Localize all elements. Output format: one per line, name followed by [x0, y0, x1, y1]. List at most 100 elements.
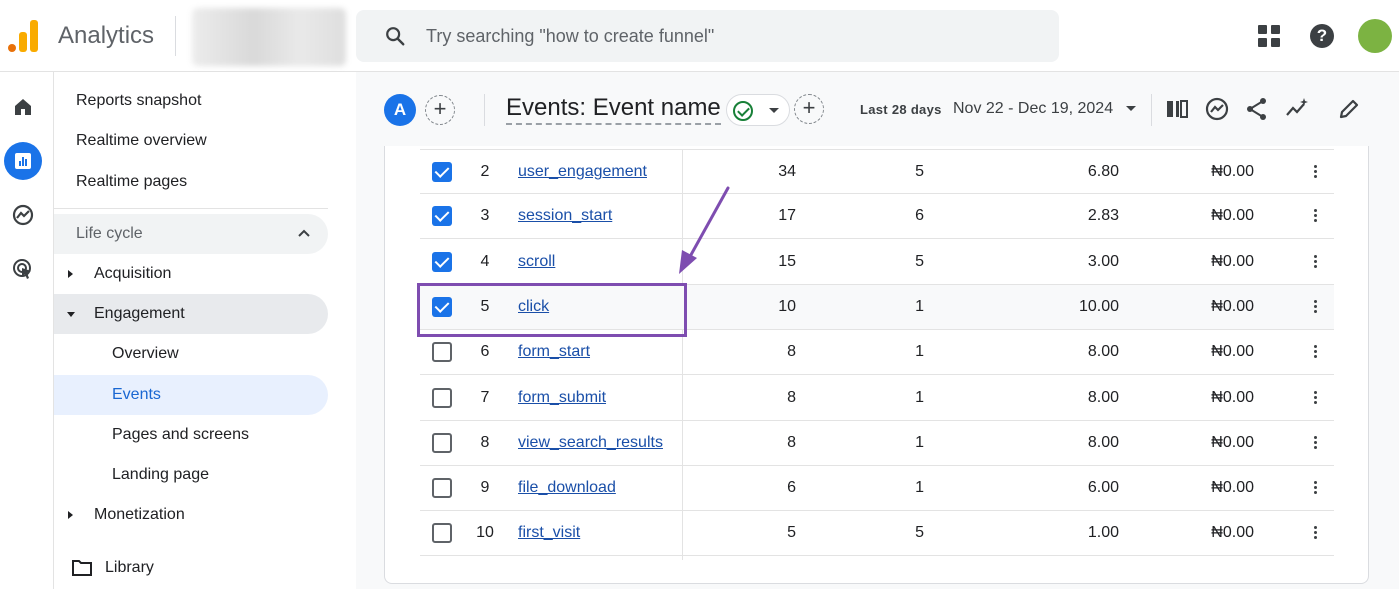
total-users-cell: 5 [915, 163, 924, 180]
share-icon[interactable] [1244, 96, 1270, 122]
more-vert-icon[interactable] [1314, 165, 1318, 179]
more-vert-icon[interactable] [1314, 254, 1318, 269]
row-index: 10 [476, 524, 494, 542]
highlight-annotation-box [417, 283, 687, 337]
event-count-cell: 8 [787, 433, 796, 451]
event-name-link[interactable]: file_download [518, 479, 616, 497]
explore-icon[interactable] [4, 196, 42, 234]
nav-acquisition[interactable]: Acquisition [54, 254, 328, 294]
table-row[interactable]: 2 user_engagement 34 5 6.80 ₦0.00 [420, 149, 1334, 194]
total-revenue-cell: ₦0.00 [1211, 479, 1254, 497]
nav-monetization[interactable]: Monetization [54, 495, 328, 535]
event-count-cell: 10 [778, 297, 796, 315]
total-revenue-cell: ₦0.00 [1211, 524, 1254, 542]
reports-icon[interactable] [4, 142, 42, 180]
annotation-arrow-icon [679, 186, 730, 274]
total-revenue-cell: ₦0.00 [1211, 163, 1254, 180]
nav-library[interactable]: Library [54, 548, 328, 588]
left-rail [0, 72, 54, 589]
table-row[interactable]: 10 first_visit 5 5 1.00 ₦0.00 [420, 511, 1334, 557]
total-revenue-cell: ₦0.00 [1211, 343, 1254, 361]
event-name-link[interactable]: form_submit [518, 389, 606, 407]
folder-icon [72, 560, 92, 576]
more-vert-icon[interactable] [1314, 390, 1318, 405]
row-checkbox[interactable] [432, 206, 452, 227]
date-range-label: Last 28 days [860, 102, 942, 117]
home-icon[interactable] [4, 88, 42, 126]
search-bar[interactable] [356, 10, 1059, 62]
report-title[interactable]: Events: Event name [506, 94, 721, 125]
total-users-cell: 1 [915, 343, 924, 361]
table-row[interactable]: 8 view_search_results 8 1 8.00 ₦0.00 [420, 421, 1334, 466]
more-vert-icon[interactable] [1314, 526, 1318, 540]
row-checkbox[interactable] [432, 432, 452, 453]
more-vert-icon[interactable] [1314, 345, 1318, 359]
add-filter-button[interactable]: + [794, 94, 824, 124]
customize-report-icon[interactable] [1164, 96, 1190, 122]
row-checkbox[interactable] [432, 251, 452, 272]
event-name-link[interactable]: view_search_results [518, 434, 663, 452]
event-name-link[interactable]: session_start [518, 207, 612, 225]
chevron-up-icon [298, 229, 310, 237]
row-checkbox[interactable] [432, 162, 452, 182]
event-count-cell: 8 [787, 343, 796, 361]
divider [175, 16, 176, 56]
nav-overview[interactable]: Overview [54, 334, 328, 374]
add-comparison-button[interactable]: + [425, 95, 455, 125]
event-count-per-user-cell: 10.00 [1078, 297, 1119, 315]
event-name-link[interactable]: user_engagement [518, 163, 647, 181]
row-checkbox[interactable] [432, 523, 452, 544]
event-count-per-user-cell: 8.00 [1087, 343, 1119, 361]
row-index: 9 [480, 479, 490, 497]
table-row[interactable]: 3 session_start 17 6 2.83 ₦0.00 [420, 194, 1334, 240]
analytics-logo[interactable] [8, 20, 38, 52]
expand-arrow-icon [68, 511, 73, 519]
table-row[interactable]: 7 form_submit 8 1 8.00 ₦0.00 [420, 376, 1334, 421]
insights-icon[interactable] [1204, 96, 1230, 122]
date-range-picker[interactable]: Nov 22 - Dec 19, 2024 [953, 100, 1113, 118]
trends-sparkle-icon[interactable] [1284, 96, 1310, 122]
edit-pencil-icon[interactable] [1336, 96, 1362, 122]
help-icon[interactable]: ? [1310, 24, 1334, 48]
row-checkbox[interactable] [432, 342, 452, 363]
more-vert-icon[interactable] [1314, 209, 1318, 223]
advertising-icon[interactable] [4, 250, 42, 288]
event-count-cell: 15 [778, 252, 796, 270]
table-row[interactable]: 9 file_download 6 1 6.00 ₦0.00 [420, 466, 1334, 512]
events-table: 2 user_engagement 34 5 6.80 ₦0.00 3 session_sta… [384, 146, 1369, 584]
side-nav: Reports snapshot Realtime overview Realt… [54, 72, 356, 589]
nav-events[interactable]: Events [54, 375, 328, 415]
comparison-chip[interactable]: A [384, 94, 416, 126]
nav-engagement[interactable]: Engagement [54, 294, 328, 334]
account-avatar[interactable] [1358, 19, 1392, 53]
event-name-link[interactable]: form_start [518, 343, 590, 361]
account-selector[interactable] [192, 8, 346, 66]
nav-reports-snapshot[interactable]: Reports snapshot [54, 81, 328, 121]
nav-pages-and-screens[interactable]: Pages and screens [54, 415, 328, 455]
event-name-link[interactable]: first_visit [518, 524, 580, 542]
row-index: 8 [480, 433, 490, 451]
report-status-dropdown[interactable] [726, 94, 790, 126]
row-checkbox[interactable] [432, 387, 452, 408]
event-name-link[interactable]: scroll [518, 253, 555, 271]
table-row[interactable]: 4 scroll 15 5 3.00 ₦0.00 [420, 240, 1334, 285]
more-vert-icon[interactable] [1314, 435, 1318, 450]
dropdown-arrow-icon[interactable] [1126, 106, 1136, 111]
divider [484, 94, 485, 126]
total-users-cell: 1 [915, 479, 924, 497]
search-input[interactable] [426, 22, 1026, 50]
event-count-per-user-cell: 3.00 [1087, 252, 1119, 270]
apps-grid-icon[interactable] [1258, 25, 1280, 47]
total-revenue-cell: ₦0.00 [1211, 207, 1254, 225]
nav-realtime-overview[interactable]: Realtime overview [54, 121, 328, 161]
nav-landing-page[interactable]: Landing page [54, 455, 328, 495]
event-count-cell: 34 [778, 163, 796, 180]
dropdown-arrow-icon [769, 108, 779, 113]
row-checkbox[interactable] [432, 478, 452, 499]
event-count-per-user-cell: 6.00 [1087, 479, 1119, 497]
more-vert-icon[interactable] [1314, 299, 1318, 314]
expand-arrow-icon [68, 270, 73, 278]
nav-realtime-pages[interactable]: Realtime pages [54, 162, 328, 202]
more-vert-icon[interactable] [1314, 481, 1318, 495]
nav-section-lifecycle[interactable]: Life cycle [54, 214, 328, 254]
